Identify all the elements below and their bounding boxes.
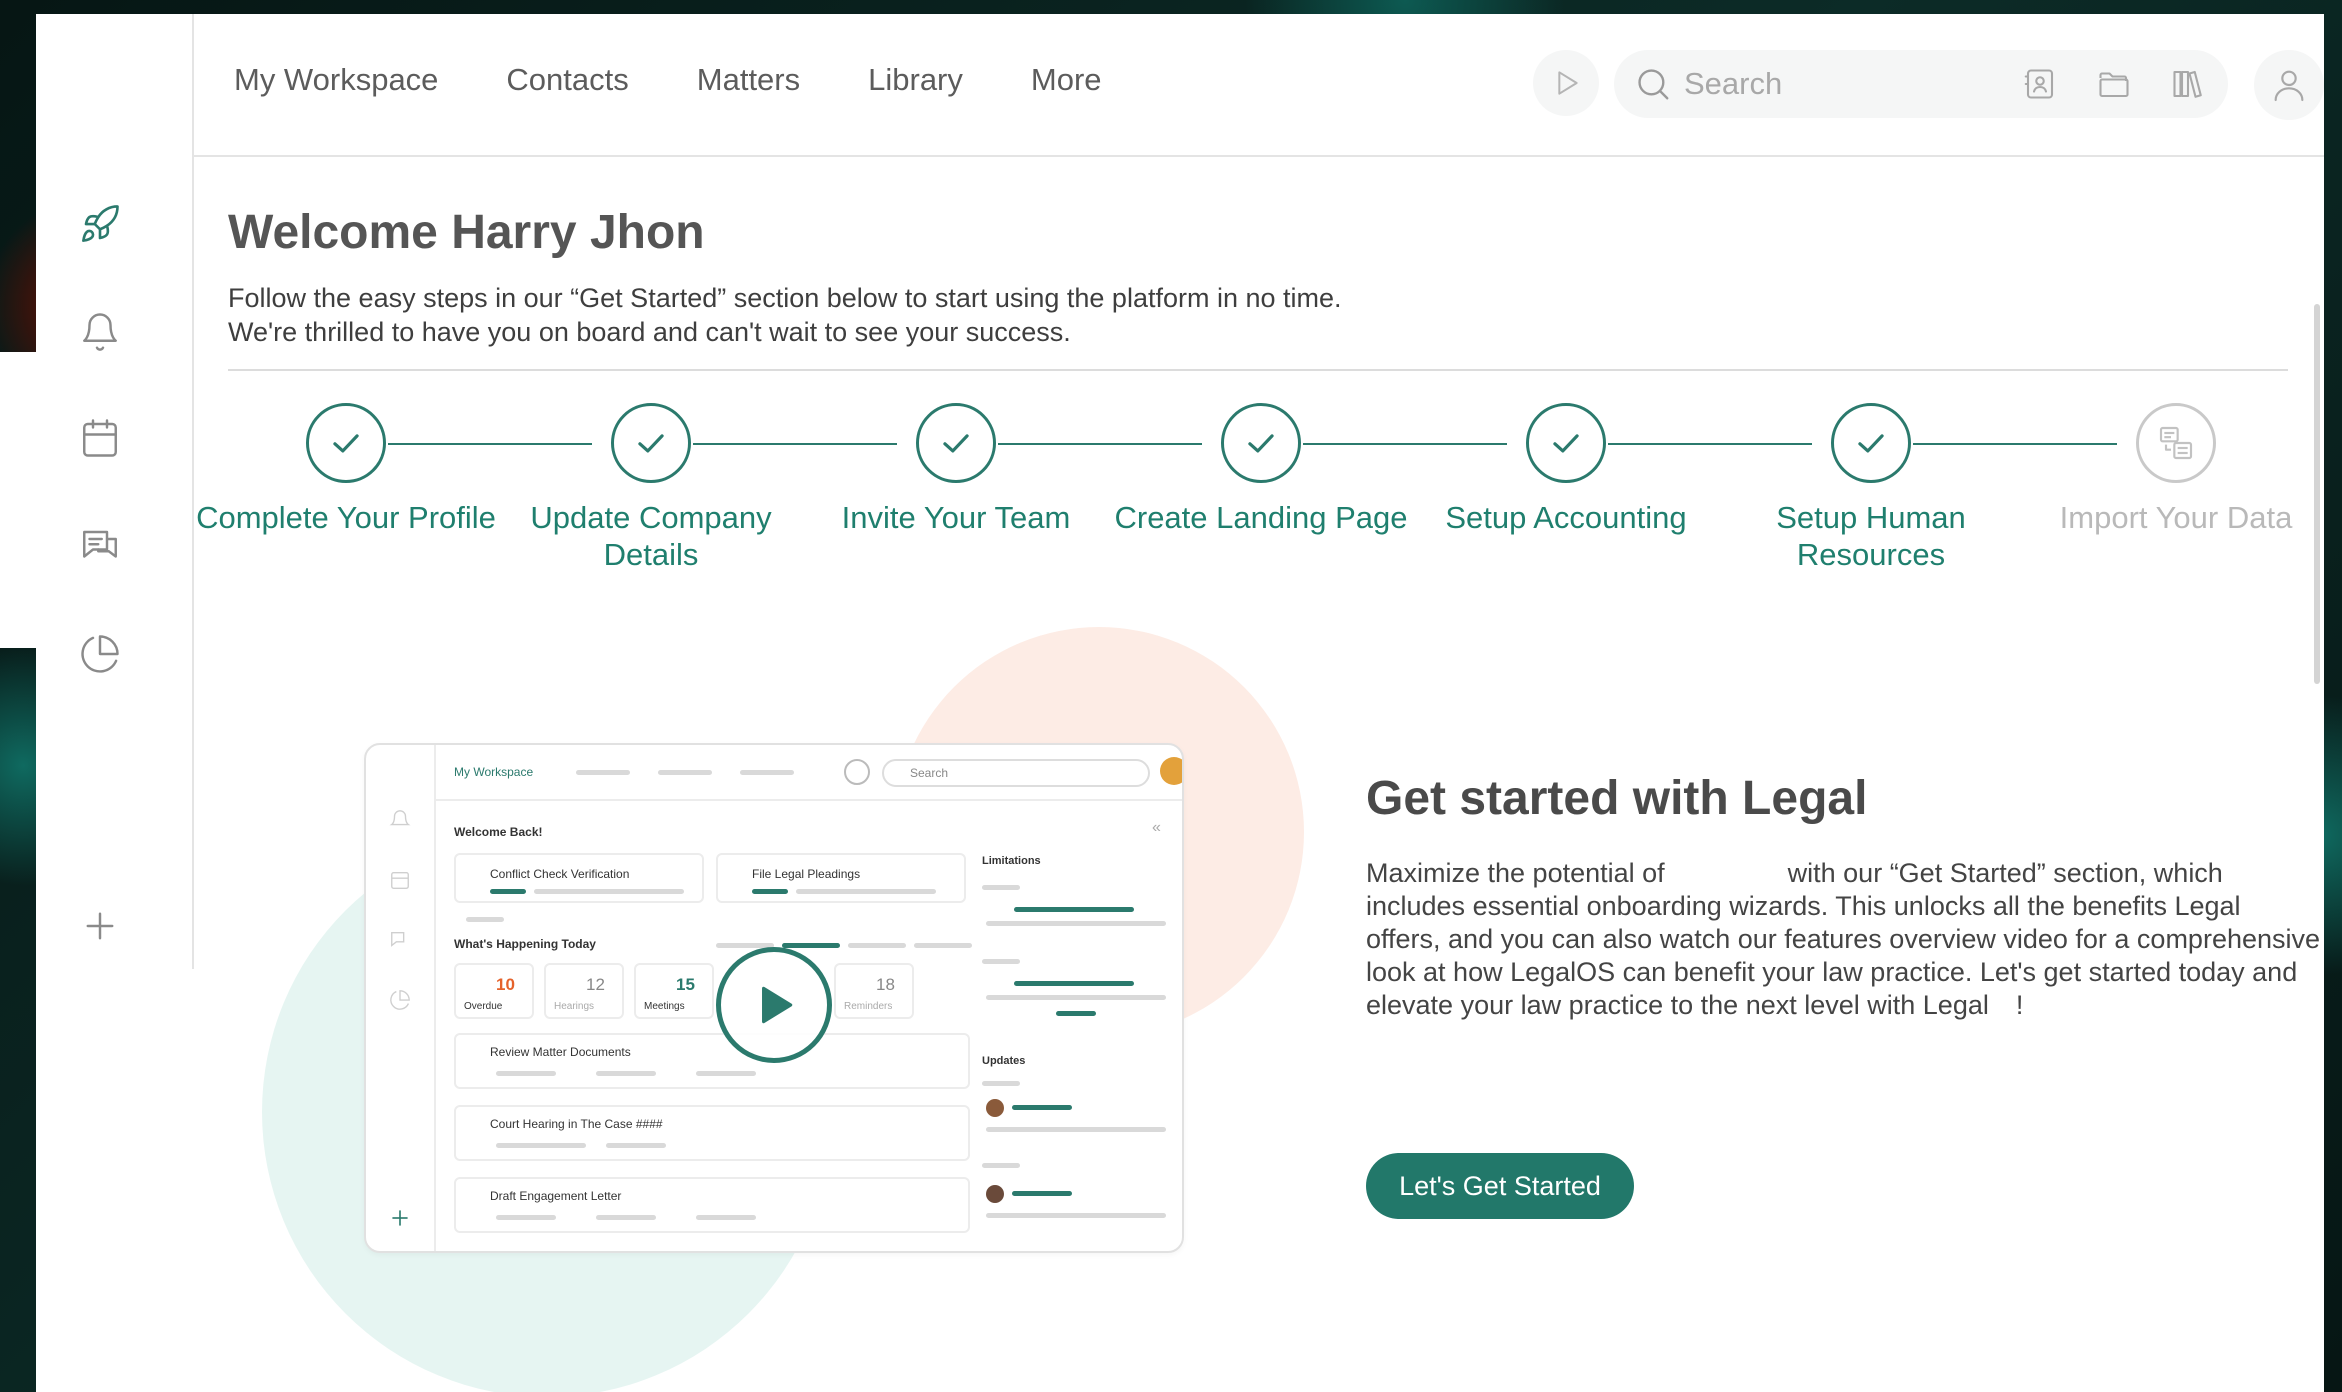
step-status [916, 403, 996, 483]
plus-icon[interactable] [76, 902, 124, 950]
step-status [306, 403, 386, 483]
preview-stat-overdue: 10 Overdue [454, 963, 534, 1019]
page-title: Welcome Harry Jhon [228, 206, 705, 259]
preview-task-row: Draft Engagement Letter [454, 1177, 970, 1233]
step-label: Create Landing Page [1114, 500, 1408, 535]
search-icon [1638, 69, 1669, 100]
preview-task-row: Review Matter Documents [454, 1033, 970, 1089]
step-landing-page[interactable]: Create Landing Page [1111, 403, 1411, 536]
plus-icon [392, 1210, 408, 1226]
pie-chart-icon [390, 990, 410, 1010]
preview-stat-meetings: 15 Meetings [634, 963, 714, 1019]
user-profile-button[interactable] [2254, 50, 2324, 120]
nav-contacts[interactable]: Contacts [506, 62, 628, 98]
main-content: Welcome Harry Jhon Follow the easy steps… [194, 157, 2324, 1392]
step-status [1831, 403, 1911, 483]
get-started-description: Maximize the potential of with our “Get … [1366, 858, 2321, 1020]
main-nav: My Workspace Contacts Matters Library Mo… [234, 62, 1102, 98]
scrollbar[interactable] [2314, 304, 2320, 684]
dashboard-preview: My Workspace Search Welcome Back! « Conf… [364, 743, 1184, 1253]
bell-icon [389, 810, 411, 826]
nav-my-workspace[interactable]: My Workspace [234, 62, 438, 98]
preview-limitations: Limitations [982, 855, 1041, 867]
get-started-title: Get started with Legal [1366, 772, 1868, 825]
step-label: Complete Your Profile [196, 500, 496, 535]
video-play-button[interactable] [716, 947, 832, 1063]
preview-task-row: Court Hearing in The Case #### [454, 1105, 970, 1161]
step-invite-team[interactable]: Invite Your Team [806, 403, 1106, 536]
user-icon [2274, 70, 2304, 102]
background-panel [0, 352, 36, 648]
step-status [1526, 403, 1606, 483]
step-status [1221, 403, 1301, 483]
nav-matters[interactable]: Matters [697, 62, 800, 98]
play-icon [762, 986, 793, 1024]
check-icon [1553, 434, 1579, 453]
step-status [2136, 403, 2216, 483]
nav-more[interactable]: More [1031, 62, 1102, 98]
search-bar [1614, 50, 2228, 118]
welcome-line-2: We're thrilled to have you on board and … [228, 317, 1071, 347]
preview-stat-reminders: 18 Reminders [834, 963, 914, 1019]
preview-happening: What's Happening Today [454, 937, 596, 951]
import-data-icon [2159, 426, 2193, 460]
preview-search: Search [882, 759, 1150, 787]
step-label: Import Your Data [2059, 500, 2293, 535]
calendar-icon [391, 871, 409, 889]
app-window: My Workspace Contacts Matters Library Mo… [36, 14, 2324, 1392]
check-icon [1858, 434, 1884, 453]
check-icon [638, 434, 664, 453]
step-label: Update Company Details [530, 500, 772, 572]
chat-icon[interactable] [76, 522, 124, 570]
welcome-subtitle: Follow the easy steps in our “Get Starte… [228, 281, 1342, 349]
sidebar [36, 14, 194, 969]
nav-library[interactable]: Library [868, 62, 963, 98]
check-icon [1248, 434, 1274, 453]
preview-nav-workspace: My Workspace [454, 765, 534, 779]
welcome-line-1: Follow the easy steps in our “Get Starte… [228, 283, 1342, 313]
contact-card-icon[interactable] [2022, 66, 2058, 102]
step-update-company[interactable]: Update Company Details [501, 403, 801, 573]
step-label: Setup Human Resources [1776, 500, 1966, 572]
step-status [611, 403, 691, 483]
preview-topbar: My Workspace Search [436, 745, 1182, 801]
preview-sidebar [366, 745, 436, 1251]
step-human-resources[interactable]: Setup Human Resources [1721, 403, 2021, 573]
rocket-icon[interactable] [76, 200, 124, 248]
top-bar: My Workspace Contacts Matters Library Mo… [194, 14, 2324, 157]
preview-card-pleadings: File Legal Pleadings [716, 853, 966, 903]
folder-icon[interactable] [2096, 66, 2132, 102]
divider [228, 369, 2288, 371]
preview-collapse-icon: « [1152, 819, 1161, 836]
bell-icon[interactable] [76, 308, 124, 356]
preview-updates: Updates [982, 1055, 1026, 1067]
preview-stat-hearings: 12 Hearings [544, 963, 624, 1019]
step-complete-profile[interactable]: Complete Your Profile [196, 403, 496, 536]
preview-play-icon [844, 759, 870, 785]
step-label: Setup Accounting [1445, 500, 1687, 535]
play-video-button[interactable] [1533, 50, 1599, 116]
step-import-data[interactable]: Import Your Data [2026, 403, 2326, 536]
step-accounting[interactable]: Setup Accounting [1416, 403, 1716, 536]
preview-welcome: Welcome Back! [454, 825, 543, 839]
calendar-icon[interactable] [76, 414, 124, 462]
chat-icon [391, 931, 405, 947]
preview-avatar [1160, 757, 1182, 785]
search-input[interactable] [1684, 66, 1984, 102]
check-icon [333, 434, 359, 453]
library-books-icon[interactable] [2170, 66, 2206, 102]
lets-get-started-button[interactable]: Let's Get Started [1366, 1153, 1634, 1219]
play-icon [1558, 71, 1578, 95]
pie-chart-icon[interactable] [76, 630, 124, 678]
step-label: Invite Your Team [841, 500, 1071, 535]
check-icon [943, 434, 969, 453]
preview-card-conflict: Conflict Check Verification [454, 853, 704, 903]
